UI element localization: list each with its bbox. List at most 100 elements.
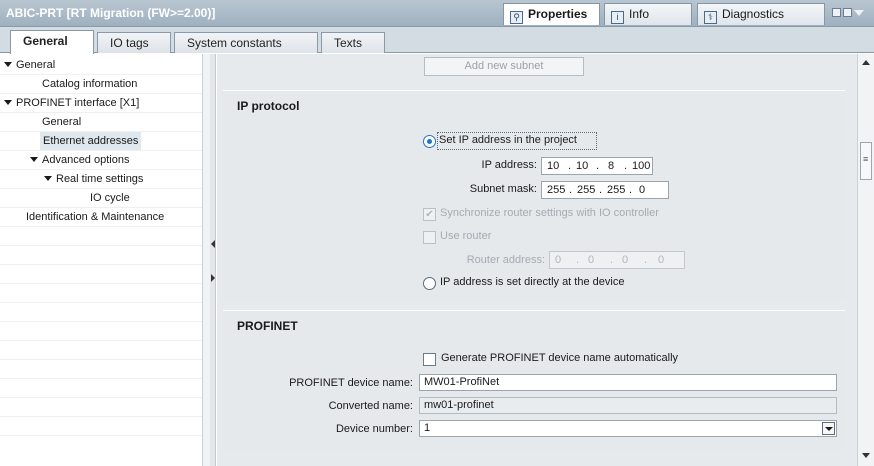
nav-item-advanced-options[interactable]: Advanced options <box>30 151 129 169</box>
window-title: ABIC-PRT [RT Migration (FW>=2.00)] <box>6 6 216 20</box>
panel-splitter[interactable] <box>210 54 216 466</box>
octet-dot: . <box>644 254 648 266</box>
tab-diagnostics[interactable]: ⚕ Diagnostics <box>697 3 825 25</box>
nav-item-interface-general[interactable]: General <box>42 113 81 131</box>
router-octet-3: 0 <box>622 254 629 266</box>
router-octet-4: 0 <box>658 254 665 266</box>
nav-item-label: Ethernet addresses <box>43 135 139 147</box>
nav-item-label: Identification & Maintenance <box>26 211 165 223</box>
row-divider <box>0 112 202 113</box>
row-divider <box>0 435 202 436</box>
navigation-scrollbar[interactable] <box>202 54 210 466</box>
expanded-icon[interactable] <box>4 62 12 67</box>
expand-right-icon[interactable] <box>211 274 215 282</box>
row-divider <box>0 283 202 284</box>
octet-dot: . <box>624 160 628 172</box>
mask-octet-3: 255 <box>607 184 626 196</box>
profinet-title: PROFINET <box>237 319 298 333</box>
inspector-titlebar: ABIC-PRT [RT Migration (FW>=2.00)] ⚲ Prop… <box>0 0 874 27</box>
nav-item-label: General <box>42 116 82 128</box>
ip-address-field[interactable]: 10 . 10 . 8 . 100 <box>541 157 653 175</box>
mask-octet-1: 255 <box>547 184 566 196</box>
nav-item-ethernet-addresses[interactable]: Ethernet addresses <box>40 132 142 150</box>
tab-io-tags-label: IO tags <box>110 36 149 50</box>
tab-properties-label: Properties <box>528 7 588 21</box>
collapse-icon[interactable] <box>854 10 864 16</box>
nav-item-catalog-information[interactable]: Catalog information <box>42 75 137 93</box>
ip-octet-3: 8 <box>608 160 615 172</box>
nav-item-label: Catalog information <box>42 78 138 90</box>
ip-octet-4: 100 <box>632 160 651 172</box>
scroll-down-icon[interactable] <box>860 450 872 462</box>
tab-properties[interactable]: ⚲ Properties <box>503 3 600 25</box>
set-ip-directly-label[interactable]: IP address is set directly at the device <box>440 276 624 288</box>
set-ip-in-project-label[interactable]: Set IP address in the project <box>439 134 577 146</box>
content-scrollbar[interactable] <box>857 54 874 466</box>
row-divider <box>0 359 202 360</box>
scroll-up-icon[interactable] <box>860 57 872 69</box>
expanded-icon[interactable] <box>30 157 38 162</box>
diagnostics-icon: ⚕ <box>704 11 717 24</box>
octet-dot: . <box>610 254 614 266</box>
device-name-input[interactable]: MW01-ProfiNet <box>419 374 837 391</box>
profinet-section: PROFINET Generate PROFINET device name a… <box>223 310 845 450</box>
converted-name-field: mw01-profinet <box>419 397 837 414</box>
generate-name-label: Generate PROFINET device name automatica… <box>441 352 679 364</box>
row-divider <box>0 321 202 322</box>
minimize-icon[interactable] <box>843 8 852 17</box>
ip-protocol-section: IP protocol Set IP address in the projec… <box>223 90 845 300</box>
tab-system-constants[interactable]: System constants <box>174 32 318 53</box>
nav-item-profinet-interface[interactable]: PROFINET interface [X1] <box>4 94 139 112</box>
tab-info[interactable]: i Info <box>604 3 692 25</box>
ip-protocol-title: IP protocol <box>237 99 300 113</box>
device-name-label: PROFINET device name: <box>289 377 413 389</box>
router-address-label: Router address: <box>466 254 545 266</box>
window-controls <box>830 8 866 19</box>
router-address-field[interactable]: 0 . 0 . 0 . 0 <box>549 251 685 269</box>
subtab-bar: General IO tags System constants Texts <box>0 27 874 54</box>
octet-dot: . <box>596 160 600 172</box>
sync-router-checkbox[interactable]: ✔ <box>423 208 436 221</box>
use-router-checkbox[interactable] <box>423 231 436 244</box>
octet-dot: . <box>629 184 633 196</box>
nav-item-label: General <box>16 59 56 71</box>
navigation-tree: General Catalog information PROFINET int… <box>0 54 210 466</box>
chevron-down-icon[interactable] <box>822 422 835 435</box>
nav-item-general[interactable]: General <box>4 56 200 74</box>
row-divider <box>0 397 202 398</box>
add-new-subnet-button[interactable]: Add new subnet <box>424 57 584 76</box>
nav-item-label: PROFINET interface [X1] <box>16 97 140 109</box>
tab-general[interactable]: General <box>10 30 94 54</box>
tab-info-label: Info <box>629 7 650 21</box>
octet-dot: . <box>599 184 603 196</box>
ip-address-label: IP address: <box>481 159 537 171</box>
collapse-left-icon[interactable] <box>211 240 215 248</box>
generate-name-checkbox[interactable] <box>423 353 436 366</box>
nav-item-real-time-settings[interactable]: Real time settings <box>44 170 143 188</box>
row-divider <box>0 302 202 303</box>
octet-dot: . <box>569 184 573 196</box>
nav-item-identification-maintenance[interactable]: Identification & Maintenance <box>26 208 164 226</box>
properties-content: Add new subnet IP protocol Set IP addres… <box>217 54 857 466</box>
set-ip-directly-radio[interactable] <box>423 277 436 290</box>
scroll-thumb[interactable] <box>860 142 872 180</box>
float-icon[interactable] <box>832 8 841 17</box>
nav-item-label: IO cycle <box>90 192 130 204</box>
device-number-select[interactable]: 1 <box>419 420 837 437</box>
info-icon: i <box>611 11 624 24</box>
octet-dot: . <box>568 160 572 172</box>
subnet-mask-label: Subnet mask: <box>469 183 537 195</box>
device-number-label: Device number: <box>335 423 413 435</box>
tab-io-tags[interactable]: IO tags <box>97 32 171 53</box>
expanded-icon[interactable] <box>4 100 12 105</box>
router-octet-2: 0 <box>588 254 595 266</box>
tab-texts[interactable]: Texts <box>321 32 385 53</box>
tab-diagnostics-label: Diagnostics <box>722 7 785 21</box>
row-divider <box>0 378 202 379</box>
subnet-mask-field[interactable]: 255 . 255 . 255 . 0 <box>541 181 669 199</box>
set-ip-in-project-radio[interactable] <box>423 135 436 148</box>
expanded-icon[interactable] <box>44 176 52 181</box>
router-octet-1: 0 <box>555 254 562 266</box>
tab-system-constants-label: System constants <box>187 36 282 50</box>
nav-item-io-cycle[interactable]: IO cycle <box>90 189 130 207</box>
